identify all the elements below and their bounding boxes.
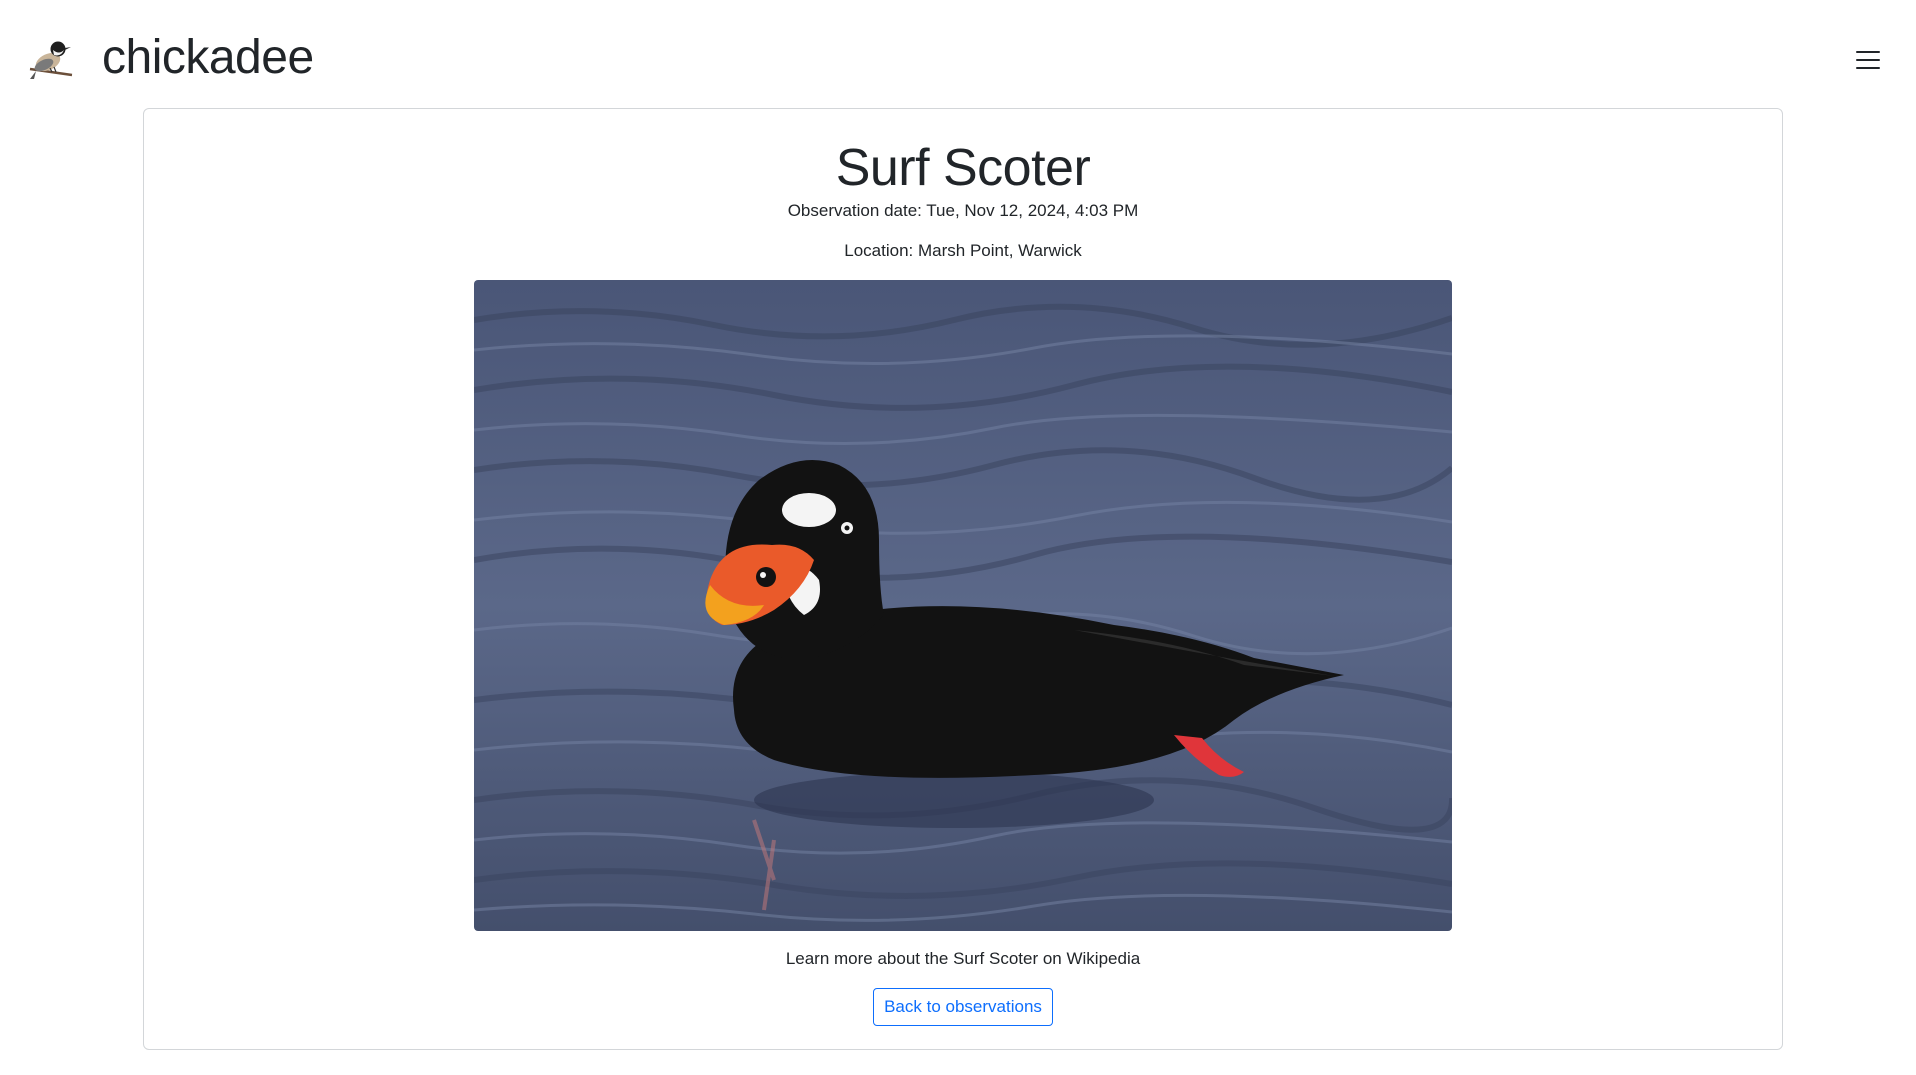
observation-date: Observation date: Tue, Nov 12, 2024, 4:0… <box>787 201 1139 220</box>
hamburger-menu-button[interactable] <box>1854 46 1882 74</box>
observation-card: Surf Scoter Observation date: Tue, Nov 1… <box>143 108 1783 1050</box>
observation-location: Location: Marsh Point, Warwick <box>844 241 1082 260</box>
wikipedia-link[interactable]: Learn more about the Surf Scoter on Wiki… <box>144 947 1782 971</box>
back-to-observations-button[interactable]: Back to observations <box>873 988 1053 1026</box>
brand-link[interactable]: chickadee <box>28 30 314 86</box>
chickadee-bird-icon <box>29 41 73 79</box>
page-title: Surf Scoter <box>835 139 1091 197</box>
hamburger-menu-icon <box>1856 51 1880 69</box>
brand-name: chickadee <box>102 31 314 84</box>
navbar: chickadee <box>0 0 1916 106</box>
bird-photo <box>474 280 1452 931</box>
